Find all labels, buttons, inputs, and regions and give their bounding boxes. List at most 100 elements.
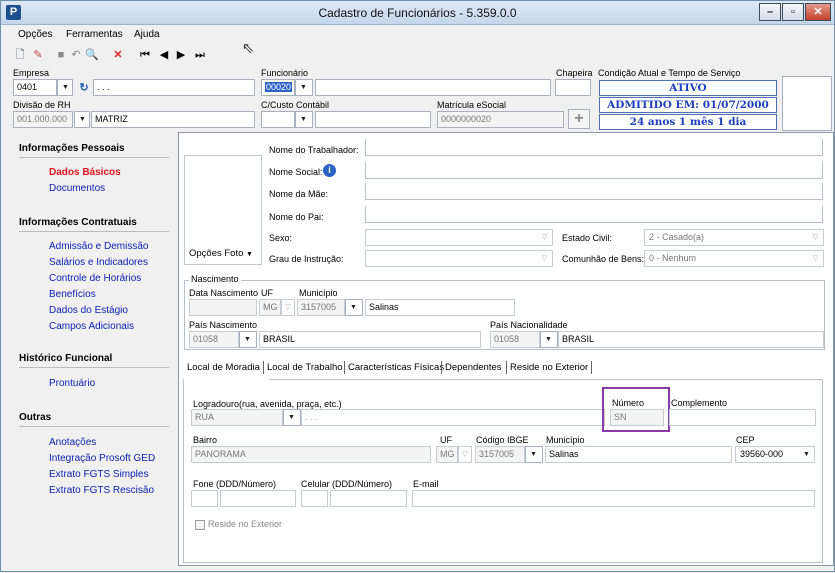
reside-exterior-checkbox[interactable] [195,520,205,530]
sidebar-item-ged[interactable]: Integração Prosoft GED [49,453,155,464]
sidebar-item-fgts-simples[interactable]: Extrato FGTS Simples [49,469,148,480]
sidebar-item-dados-basicos[interactable]: Dados Básicos [49,167,121,178]
nome-trabalhador-field[interactable] [365,139,823,156]
menu-ferramentas[interactable]: Ferramentas [66,29,123,40]
uf-nascimento-field[interactable]: MG [259,299,281,316]
info-icon[interactable]: i [323,164,336,177]
maximize-button[interactable]: ▫ [782,3,804,21]
complemento-field[interactable] [669,409,816,426]
minimize-button[interactable]: – [759,3,781,21]
tab-local-trabalho[interactable]: Local de Trabalho [267,362,343,373]
next-record-icon[interactable]: ▶ [174,48,188,62]
undo-icon[interactable]: ↶ [69,48,83,62]
divisao-code-field[interactable]: 001.000.000 [13,111,73,128]
sidebar-item-horarios[interactable]: Controle de Horários [49,273,141,284]
previous-record-icon[interactable]: ◀ [157,48,171,62]
tab-dependentes[interactable]: Dependentes [445,362,502,373]
ibge-dropdown[interactable]: ▼ [525,446,543,463]
municipio-moradia-field[interactable]: Salinas [545,446,732,463]
celular-ddd-field[interactable] [301,490,328,507]
logradouro-tipo-dropdown[interactable]: ▼ [283,409,301,426]
pais-nascimento-name[interactable]: BRASIL [259,331,481,348]
add-matricula-button[interactable]: + [568,109,590,129]
sidebar-item-prontuario[interactable]: Prontuário [49,378,95,389]
opcoes-foto-button[interactable]: Opções Foto ▼ [189,248,253,259]
data-nascimento-field[interactable] [189,299,257,316]
sidebar-item-documentos[interactable]: Documentos [49,183,105,194]
sidebar-item-salarios[interactable]: Salários e Indicadores [49,257,148,268]
nome-social-field[interactable] [365,162,823,179]
sexo-label: Sexo: [269,233,293,243]
pais-nacionalidade-label: País Nacionalidade [490,320,568,330]
divisao-dropdown[interactable]: ▼ [74,111,90,128]
ccusto-name-field[interactable] [315,111,431,128]
empresa-name-field[interactable]: . . . [93,79,255,96]
tab-local-moradia[interactable]: Local de Moradia [187,362,260,373]
empresa-dropdown[interactable]: ▼ [57,79,73,96]
chevron-down-icon: ▼ [246,251,253,258]
chevron-down-icon: ▽ [812,255,819,262]
ibge-field[interactable]: 3157005 [475,446,525,463]
funcionario-name-field[interactable] [315,79,551,96]
sidebar-item-fgts-rescisao[interactable]: Extrato FGTS Rescisão [49,485,154,496]
nome-pai-field[interactable] [365,206,823,223]
close-button[interactable]: ✕ [805,3,831,21]
ccusto-code-field[interactable] [261,111,295,128]
funcionario-code-field[interactable]: 00020 [261,79,295,96]
logradouro-nome-field[interactable]: . . . [301,409,605,426]
uf-moradia-field[interactable]: MG [436,446,458,463]
sidebar-item-anotacoes[interactable]: Anotações [49,437,96,448]
uf-moradia-dropdown[interactable]: ▽ [458,446,472,463]
fone-ddd-field[interactable] [191,490,218,507]
tab-reside-exterior[interactable]: Reside no Exterior [510,362,588,373]
sidebar-item-beneficios[interactable]: Benefícios [49,289,96,300]
chevron-down-icon: ▼ [350,304,357,311]
sidebar-item-estagio[interactable]: Dados do Estágio [49,305,128,316]
municipio-nascimento-code[interactable]: 3157005 [297,299,345,316]
municipio-nascimento-name[interactable]: Salinas [365,299,515,316]
chevron-down-icon: ▽ [541,255,548,262]
pais-nascimento-code[interactable]: 01058 [189,331,239,348]
sidebar-item-campos-adicionais[interactable]: Campos Adicionais [49,321,134,332]
numero-field[interactable]: SN [610,409,664,426]
menu-opcoes[interactable]: Opções [18,29,52,40]
funcionario-dropdown[interactable]: ▼ [295,79,313,96]
refresh-empresa-icon[interactable]: ↻ [77,81,91,95]
tab-caracteristicas[interactable]: Características Físicas [348,362,444,373]
save-icon[interactable]: ■ [54,48,68,62]
municipio-nascimento-dropdown[interactable]: ▼ [345,299,363,316]
comunhao-select[interactable]: 0 - Nenhum ▽ [644,250,824,267]
cep-field[interactable]: 39560-000 ▼ [735,446,815,463]
bairro-field[interactable]: PANORAMA [191,446,431,463]
logradouro-tipo-field[interactable]: RUA [191,409,283,426]
grau-instrucao-select[interactable]: ▽ [365,250,553,267]
menu-ajuda[interactable]: Ajuda [134,29,160,40]
sidebar-item-admissao[interactable]: Admissão e Demissão [49,241,148,252]
delete-icon[interactable]: ✕ [111,48,125,62]
email-field[interactable] [412,490,815,507]
uf-nascimento-dropdown[interactable]: ▽ [281,299,295,316]
empresa-code-field[interactable]: 0401 [13,79,57,96]
matricula-field[interactable]: 0000000020 [437,111,564,128]
celular-numero-field[interactable] [330,490,407,507]
last-record-icon[interactable]: ⏭ [193,48,207,62]
ibge-label: Código IBGE [476,435,529,445]
pais-nascimento-dropdown[interactable]: ▼ [239,331,257,348]
divisao-name-field[interactable]: MATRIZ [91,111,255,128]
fone-numero-field[interactable] [220,490,296,507]
pais-nacionalidade-name[interactable]: BRASIL [558,331,824,348]
estado-civil-select[interactable]: 2 - Casado(a) ▽ [644,229,824,246]
new-document-icon[interactable]: 🗋 [13,48,27,62]
chapeira-field[interactable] [555,79,591,96]
sidebar: Informações Pessoais Dados Básicos Docum… [1,132,175,573]
edit-icon[interactable]: ✎ [31,48,45,62]
menu-bar: Opções Ferramentas Ajuda [1,26,834,42]
first-record-icon[interactable]: ⏮ [138,48,152,62]
pais-nacionalidade-code[interactable]: 01058 [490,331,540,348]
chapeira-label: Chapeira [556,68,593,78]
sexo-select[interactable]: ▽ [365,229,553,246]
ccusto-dropdown[interactable]: ▼ [295,111,313,128]
nome-mae-field[interactable] [365,183,823,200]
search-icon[interactable]: 🔍 [85,48,99,62]
pais-nacionalidade-dropdown[interactable]: ▼ [540,331,558,348]
